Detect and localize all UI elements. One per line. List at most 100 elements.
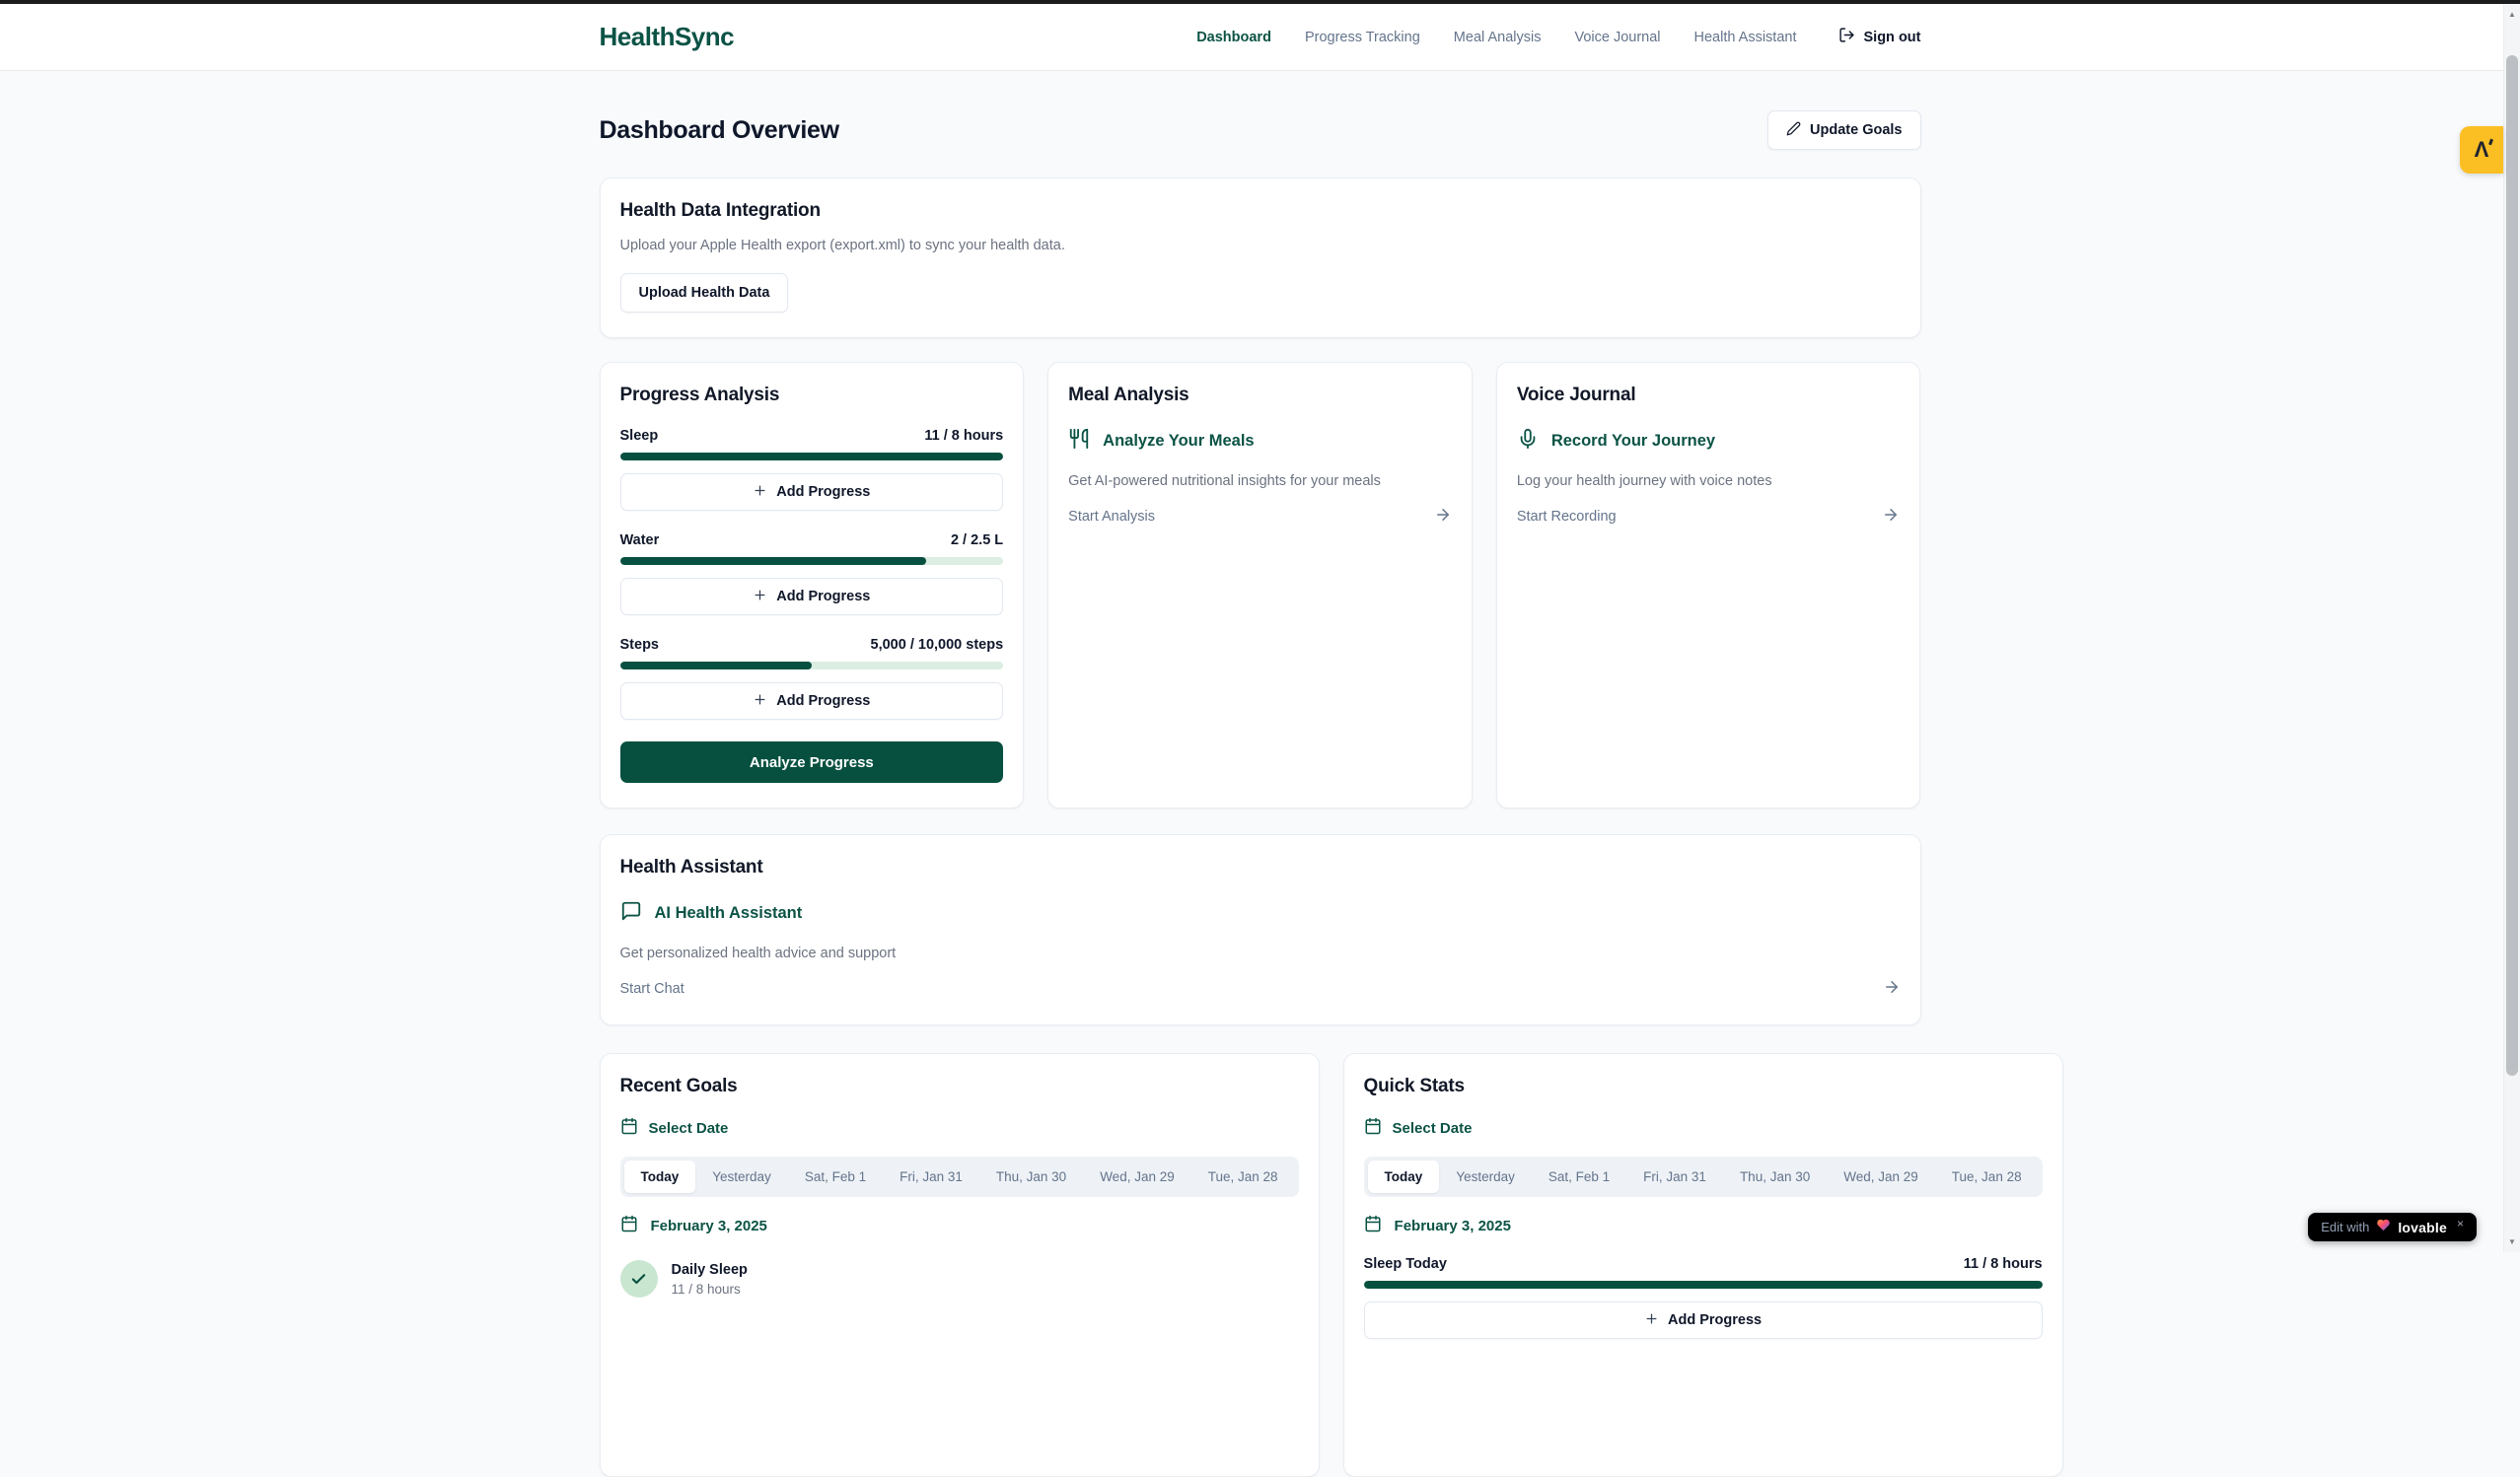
date-tab[interactable]: Sat, Feb 1 [1532, 1160, 1626, 1193]
voice-journal-title: Voice Journal [1517, 385, 1901, 406]
scroll-up-icon[interactable]: ▲ [2504, 6, 2520, 23]
health-assistant-description: Get personalized health advice and suppo… [620, 946, 1901, 961]
progress-analysis-title: Progress Analysis [620, 385, 1004, 406]
progress-row-steps: Steps 5,000 / 10,000 steps Add Progress [620, 637, 1004, 720]
add-progress-button-sleep[interactable]: Add Progress [620, 473, 1004, 511]
recent-goals-card: Recent Goals Select Date Today Yesterday… [600, 1053, 1320, 1477]
sign-out-button[interactable]: Sign out [1838, 27, 1921, 47]
stat-row-sleep-today: Sleep Today 11 / 8 hours Add Progress [1364, 1256, 2043, 1339]
add-progress-button-sleep-today[interactable]: Add Progress [1364, 1301, 2043, 1339]
nav-item-meal-analysis[interactable]: Meal Analysis [1454, 30, 1542, 45]
select-date-button[interactable]: Select Date [1364, 1117, 2043, 1139]
stat-label: Sleep Today [1364, 1256, 1447, 1272]
current-date-display: February 3, 2025 [620, 1215, 1299, 1236]
message-square-icon [620, 900, 642, 927]
date-tab-today[interactable]: Today [624, 1160, 696, 1193]
edit-with-label: Edit with [2321, 1220, 2369, 1234]
record-your-journey-label: Record Your Journey [1551, 432, 1715, 451]
goal-name: Daily Sleep [672, 1262, 748, 1278]
progress-value: 11 / 8 hours [924, 428, 1003, 444]
progress-bar-steps [620, 662, 1004, 669]
meal-analysis-description: Get AI-powered nutritional insights for … [1068, 473, 1452, 489]
select-date-button[interactable]: Select Date [620, 1117, 1299, 1139]
add-progress-button-water[interactable]: Add Progress [620, 578, 1004, 615]
lovable-brand-label: lovable [2398, 1220, 2447, 1235]
vertical-scrollbar[interactable]: ▲ ▼ [2503, 4, 2520, 1252]
arrow-right-icon [1882, 506, 1900, 528]
date-tab[interactable]: Thu, Jan 30 [1723, 1160, 1827, 1193]
browser-top-strip [0, 0, 2520, 4]
nav-item-health-assistant[interactable]: Health Assistant [1694, 30, 1797, 45]
calendar-icon [1364, 1215, 1382, 1236]
nav-item-dashboard[interactable]: Dashboard [1196, 30, 1271, 45]
update-goals-button[interactable]: Update Goals [1767, 110, 1920, 150]
nav-item-voice-journal[interactable]: Voice Journal [1574, 30, 1660, 45]
date-tab-bar: Today Yesterday Sat, Feb 1 Fri, Jan 31 T… [620, 1157, 1299, 1197]
edit-with-lovable-badge[interactable]: Edit with lovable × [2308, 1213, 2477, 1241]
integration-title: Health Data Integration [620, 200, 1901, 222]
scroll-down-icon[interactable]: ▼ [2504, 1233, 2520, 1250]
meal-analysis-card: Meal Analysis Analyze Your Meals Get AI-… [1047, 362, 1473, 809]
start-chat-label: Start Chat [620, 981, 684, 997]
scrollbar-thumb[interactable] [2506, 55, 2518, 1076]
app-logo[interactable]: HealthSync [600, 22, 735, 52]
start-recording-action[interactable]: Start Recording [1517, 506, 1901, 528]
analyze-your-meals-label: Analyze Your Meals [1103, 432, 1254, 451]
add-progress-label: Add Progress [1668, 1312, 1762, 1328]
date-tab[interactable]: Wed, Jan 29 [1083, 1160, 1191, 1193]
goal-item-daily-sleep: Daily Sleep 11 / 8 hours [620, 1260, 1299, 1298]
calendar-icon [620, 1215, 638, 1236]
record-your-journey-link[interactable]: Record Your Journey [1517, 428, 1901, 455]
start-analysis-action[interactable]: Start Analysis [1068, 506, 1452, 528]
dashboard-main: Dashboard Overview Update Goals Health D… [600, 71, 1921, 1477]
progress-value: 2 / 2.5 L [951, 532, 1003, 548]
lambda-logo-icon: Λ [2475, 139, 2489, 161]
page-title: Dashboard Overview [600, 116, 839, 145]
arrow-right-icon [1434, 506, 1452, 528]
progress-value: 5,000 / 10,000 steps [871, 637, 1004, 653]
date-tab[interactable]: Fri, Jan 31 [883, 1160, 979, 1193]
progress-bar-sleep [620, 453, 1004, 460]
ai-health-assistant-link[interactable]: AI Health Assistant [620, 900, 1901, 927]
arrow-right-icon [1883, 978, 1901, 1000]
integration-description: Upload your Apple Health export (export.… [620, 238, 1901, 253]
update-goals-label: Update Goals [1810, 122, 1902, 138]
date-tab[interactable]: Wed, Jan 29 [1827, 1160, 1935, 1193]
current-date-label: February 3, 2025 [651, 1218, 767, 1234]
date-tab[interactable]: Tue, Jan 28 [1191, 1160, 1295, 1193]
start-chat-action[interactable]: Start Chat [620, 978, 1901, 1000]
health-assistant-title: Health Assistant [620, 857, 1901, 879]
date-tab-bar: Today Yesterday Sat, Feb 1 Fri, Jan 31 T… [1364, 1157, 2043, 1197]
analyze-progress-button[interactable]: Analyze Progress [620, 741, 1004, 783]
log-out-icon [1838, 27, 1855, 47]
date-tab[interactable]: Fri, Jan 31 [1626, 1160, 1723, 1193]
nav-item-progress-tracking[interactable]: Progress Tracking [1305, 30, 1420, 45]
progress-bar-water [620, 557, 1004, 565]
date-tab-yesterday[interactable]: Yesterday [1439, 1160, 1532, 1193]
date-tab-yesterday[interactable]: Yesterday [695, 1160, 788, 1193]
utensils-icon [1068, 428, 1090, 455]
ai-health-assistant-label: AI Health Assistant [655, 904, 803, 923]
date-tab[interactable]: Tue, Jan 28 [1935, 1160, 2039, 1193]
add-progress-label: Add Progress [776, 589, 870, 604]
add-progress-button-steps[interactable]: Add Progress [620, 682, 1004, 720]
quick-stats-card: Quick Stats Select Date Today Yesterday … [1343, 1053, 2063, 1477]
progress-label: Sleep [620, 428, 659, 444]
health-data-integration-card: Health Data Integration Upload your Appl… [600, 177, 1921, 338]
date-tab[interactable]: Thu, Jan 30 [979, 1160, 1083, 1193]
close-icon[interactable]: × [2457, 1217, 2464, 1231]
progress-row-sleep: Sleep 11 / 8 hours Add Progress [620, 428, 1004, 511]
meal-analysis-title: Meal Analysis [1068, 385, 1452, 406]
date-tab-today[interactable]: Today [1368, 1160, 1440, 1193]
check-circle-icon [620, 1260, 658, 1298]
voice-journal-card: Voice Journal Record Your Journey Log yo… [1496, 362, 1921, 809]
date-tab[interactable]: Sat, Feb 1 [788, 1160, 883, 1193]
pencil-icon [1786, 121, 1801, 140]
calendar-icon [1364, 1117, 1382, 1139]
progress-analysis-card: Progress Analysis Sleep 11 / 8 hours Add… [600, 362, 1025, 809]
progress-label: Water [620, 532, 660, 548]
sign-out-label: Sign out [1864, 30, 1921, 45]
floating-ai-widget-button[interactable]: Λ [2460, 126, 2503, 174]
analyze-your-meals-link[interactable]: Analyze Your Meals [1068, 428, 1452, 455]
upload-health-data-button[interactable]: Upload Health Data [620, 273, 789, 313]
